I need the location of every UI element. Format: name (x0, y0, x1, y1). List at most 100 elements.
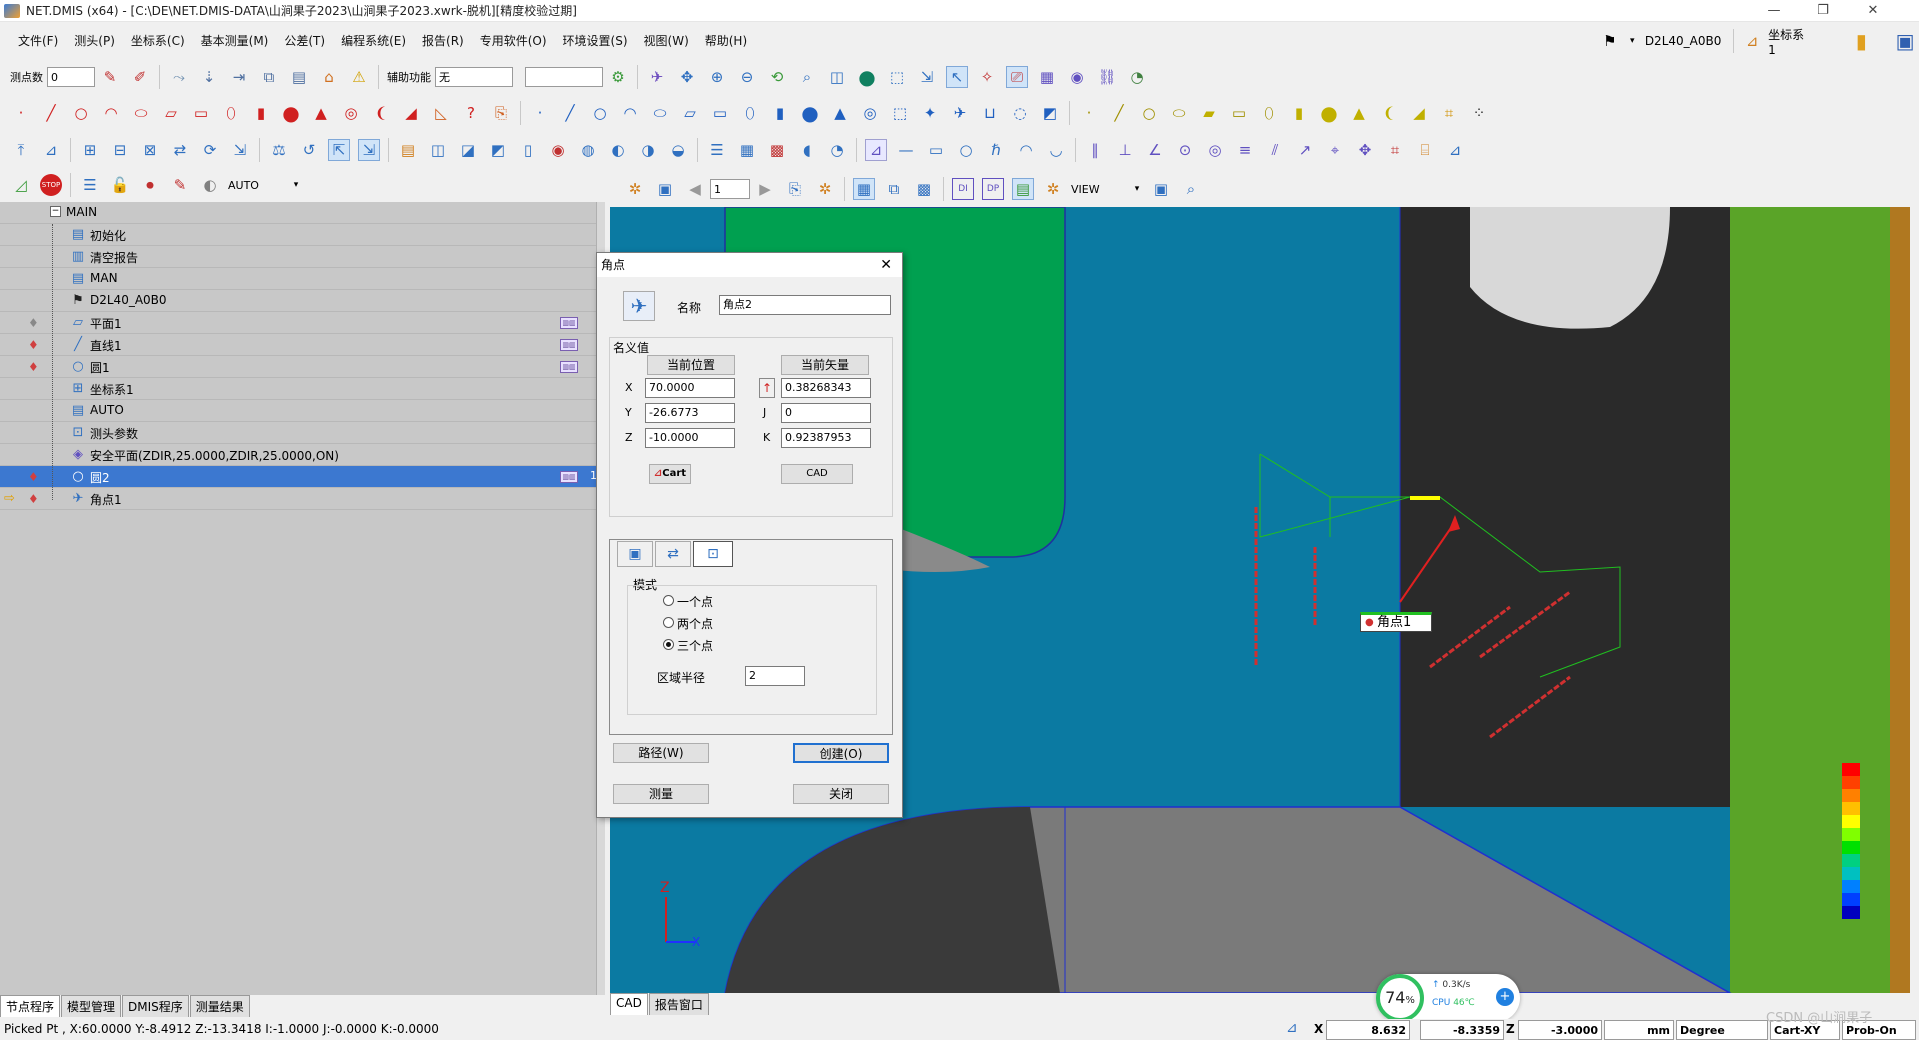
surface-icon[interactable]: ◢ (400, 102, 422, 124)
cad-u-icon[interactable]: ⊔ (979, 102, 1001, 124)
cmm-icon[interactable]: ✈ (646, 66, 668, 88)
cad-box-icon[interactable]: ⬚ (889, 102, 911, 124)
coaxial-icon[interactable]: ◎ (1204, 139, 1226, 161)
menu-tolerance[interactable]: 公差(T) (276, 32, 333, 49)
xyz-icon[interactable]: ▤ (288, 66, 310, 88)
light-icon[interactable]: ✲ (1042, 178, 1064, 200)
list-icon[interactable]: ☰ (706, 139, 728, 161)
current-vector-button[interactable]: 当前矢量 (781, 355, 869, 375)
cad-edge-icon[interactable]: ✈ (949, 102, 971, 124)
construct-cone-icon[interactable]: ▲ (1348, 102, 1370, 124)
cylinder-tol-icon[interactable]: ◫ (427, 139, 449, 161)
workplane-icon[interactable]: ⧉ (258, 66, 280, 88)
plane-icon[interactable]: ▱ (160, 102, 182, 124)
layout-view-icon[interactable]: ▩ (913, 178, 935, 200)
probe-red-icon[interactable]: ✎ (169, 174, 191, 196)
cad-cone-icon[interactable]: ▲ (829, 102, 851, 124)
construct-slot-icon[interactable]: ⬯ (1258, 102, 1280, 124)
probe-tip-icon[interactable]: ✎ (99, 66, 121, 88)
construct-rect-icon[interactable]: ▭ (1228, 102, 1250, 124)
home-icon[interactable]: ⌂ (318, 66, 340, 88)
warning-icon[interactable]: ⚠ (348, 66, 370, 88)
radius-input[interactable]: 2 (745, 666, 805, 686)
cad-sphere-icon[interactable]: ● (799, 102, 821, 124)
record-icon[interactable]: ⏺ (139, 174, 161, 196)
page-select[interactable]: 1 (710, 179, 750, 199)
aux-select[interactable]: 无 (435, 67, 513, 87)
construct-plane-icon[interactable]: ▰ (1198, 102, 1220, 124)
tab-model-manager[interactable]: 模型管理 (61, 995, 122, 1017)
cad-ellipse-icon[interactable]: ⬭ (649, 102, 671, 124)
construct-ellipse-icon[interactable]: ⬭ (1168, 102, 1190, 124)
construct-cylinder-icon[interactable]: ▮ (1288, 102, 1310, 124)
q-icon[interactable]: ◔ (826, 139, 848, 161)
probe-icon[interactable]: ⚑ (1600, 30, 1620, 52)
dim-icon[interactable]: ⊿ (865, 139, 887, 161)
cad-corner-icon[interactable]: ✦ (919, 102, 941, 124)
render-icon[interactable]: ⎚ (1006, 66, 1028, 88)
position-tol-icon[interactable]: ◍ (577, 139, 599, 161)
pointer-icon[interactable]: ⇲ (916, 66, 938, 88)
perf-widget[interactable]: 74% ↑ 0.3K/s CPU 46℃ + (1376, 974, 1520, 1022)
zoom-search-icon[interactable]: ⌕ (1180, 178, 1202, 200)
rect-dim-icon[interactable]: ▭ (925, 139, 947, 161)
create-button[interactable]: 创建(O) (793, 743, 889, 763)
graph-icon[interactable]: ◿ (10, 174, 32, 196)
surface-dim-icon[interactable]: ◡ (1045, 139, 1067, 161)
cad-slot-icon[interactable]: ⬯ (739, 102, 761, 124)
init-icon[interactable]: ⤒ (10, 139, 32, 161)
tab-report-window[interactable]: 报告窗口 (648, 993, 709, 1015)
rectangle-icon[interactable]: ▭ (190, 102, 212, 124)
corner-callout[interactable]: ● 角点1 (1360, 612, 1432, 632)
round-tol-icon[interactable]: ◉ (547, 139, 569, 161)
sphere-feature-icon[interactable]: ● (280, 102, 302, 124)
tab-dmis-program[interactable]: DMIS程序 (122, 995, 189, 1017)
tab-probe-icon[interactable]: ▣ (617, 541, 653, 567)
cad-rect-icon[interactable]: ▭ (709, 102, 731, 124)
angle-select[interactable]: Degree (1676, 1020, 1768, 1040)
radio-three-points[interactable] (663, 639, 674, 650)
ellipse-icon[interactable]: ⬭ (130, 102, 152, 124)
probe-name[interactable]: D2L40_A0B0 (1645, 34, 1722, 48)
zoom-icon[interactable]: ⊖ (736, 66, 758, 88)
report-icon[interactable]: ▤ (397, 139, 419, 161)
program-icon[interactable]: ☰ (79, 174, 101, 196)
z-input[interactable]: -10.0000 (645, 428, 735, 448)
point-icon[interactable]: · (10, 102, 32, 124)
stylus-icon[interactable]: ▮ (1851, 30, 1871, 52)
save-coord-icon[interactable]: ⇲ (229, 139, 251, 161)
save-view-icon[interactable]: ▣ (654, 178, 676, 200)
construct-pattern-icon[interactable]: ⌗ (1438, 102, 1460, 124)
tolerance-tag-icon[interactable]: ▥▥ (560, 339, 578, 351)
grid-view-icon[interactable]: ▦ (853, 178, 875, 200)
cad-tol-icon[interactable]: ⊿ (1444, 139, 1466, 161)
tree-item-safe-plane[interactable]: ◈ 安全平面(ZDIR,25.0000,ZDIR,25.0000,ON) (0, 444, 605, 466)
multi-probe-icon[interactable]: ✐ (129, 66, 151, 88)
menu-file[interactable]: 文件(F) (10, 32, 66, 49)
menu-coord[interactable]: 坐标系(C) (123, 32, 193, 49)
move-icon[interactable]: ⤳ (168, 66, 190, 88)
arc-dim-icon[interactable]: ◠ (1015, 139, 1037, 161)
datum-icon[interactable]: ⚖ (268, 139, 290, 161)
dropdown-arrow-icon[interactable]: ▾ (291, 174, 301, 196)
tab-results[interactable]: 测量结果 (189, 995, 250, 1017)
tree-item-probe-params[interactable]: ⊡ 测头参数 (0, 422, 605, 444)
sun-icon[interactable]: ✲ (814, 178, 836, 200)
radio-two-points[interactable] (663, 617, 674, 628)
cad-arc-icon[interactable]: ◠ (619, 102, 641, 124)
view-settings-icon[interactable]: ✲ (624, 178, 646, 200)
runout-icon[interactable]: ↗ (1294, 139, 1316, 161)
menu-settings[interactable]: 环境设置(S) (555, 32, 636, 49)
construct-sphere-icon[interactable]: ● (1318, 102, 1340, 124)
profile-tol-icon[interactable]: ◐ (607, 139, 629, 161)
menu-help[interactable]: 帮助(H) (697, 32, 755, 49)
save-disk-icon[interactable]: ▣ (1150, 178, 1172, 200)
menu-report[interactable]: 报告(R) (414, 32, 472, 49)
grid-icon[interactable]: ▦ (736, 139, 758, 161)
menu-program[interactable]: 编程系统(E) (333, 32, 414, 49)
k-input[interactable]: 0.92387953 (781, 428, 871, 448)
x-input[interactable]: 70.0000 (645, 378, 735, 398)
align-icon[interactable]: ⊿ (40, 139, 62, 161)
unit-field[interactable]: mm (1604, 1020, 1674, 1040)
tolerance-tag-icon[interactable]: ▥▥ (560, 317, 578, 329)
